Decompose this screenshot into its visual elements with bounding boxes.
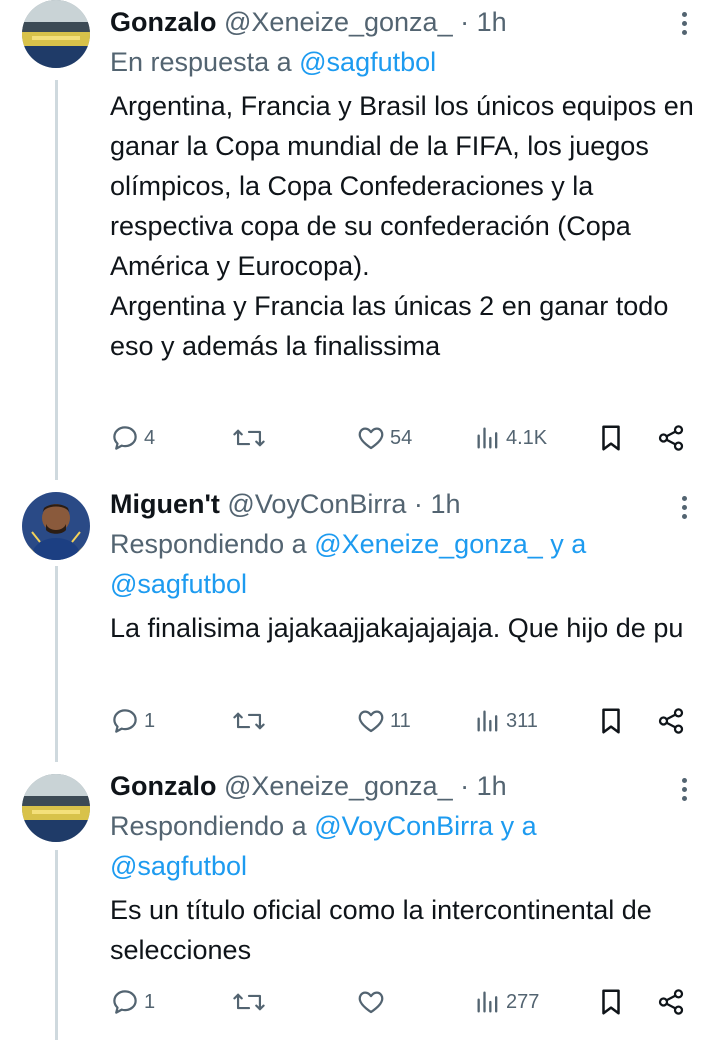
retweet-icon [233,993,265,1011]
reply-icon [113,990,137,1014]
bookmark-button[interactable] [598,703,624,739]
share-button[interactable] [656,703,686,739]
timestamp[interactable]: 1h [477,7,507,37]
heart-icon [358,427,384,450]
share-button[interactable] [656,420,686,456]
views-button[interactable]: 311 [474,703,538,739]
reply-context: Respondiendo a @Xeneize_gonza_ y a [110,524,586,564]
retweet-button[interactable] [232,984,270,1020]
reply-mention[interactable]: @sagfutbol [299,47,436,77]
tweet-text: La finalisima jajakaajjakajajajaja. Que … [110,608,700,648]
reply-button[interactable]: 4 [110,420,155,456]
bookmark-button[interactable] [598,420,624,456]
user-handle[interactable]: @Xeneize_gonza_ [224,771,453,801]
reply-context: En respuesta a @sagfutbol [110,42,436,82]
views-count: 4.1K [506,426,548,449]
reply-prefix: Respondiendo a [110,529,307,559]
reply-mention[interactable]: @Xeneize_gonza_ y a [314,529,586,559]
more-icon[interactable] [682,12,688,36]
views-count: 311 [506,709,538,732]
tweet-text: Argentina, Francia y Brasil los únicos e… [110,86,700,366]
reply-icon [113,426,137,450]
tweet-header: Miguen't @VoyConBirra · 1h [110,484,460,524]
tweet-paragraph: La finalisima jajakaajjakajajajaja. Que … [110,613,684,643]
avatar[interactable] [22,492,90,560]
tweet-header: Gonzalo @Xeneize_gonza_ · 1h [110,766,507,806]
reply-context-line2: @sagfutbol [110,846,247,886]
display-name[interactable]: Gonzalo [110,771,217,801]
tweet-paragraph: Es un título oficial como la intercontin… [110,895,652,965]
heart-icon [358,710,384,733]
like-button[interactable]: 54 [356,420,412,456]
retweet-icon [233,712,265,730]
avatar[interactable] [22,774,90,842]
retweet-button[interactable] [232,703,270,739]
share-icon [658,708,684,734]
like-count: 11 [390,709,411,732]
reply-icon [113,709,137,733]
bookmark-icon [602,708,620,734]
user-handle[interactable]: @Xeneize_gonza_ [224,7,453,37]
like-button[interactable]: 11 [356,703,411,739]
bookmark-button[interactable] [598,984,624,1020]
reply-mention[interactable]: @sagfutbol [110,569,247,599]
heart-icon [358,991,384,1014]
separator: · [460,771,470,801]
reply-context-line2: @sagfutbol [110,564,247,604]
bookmark-icon [602,425,620,451]
timestamp[interactable]: 1h [430,489,460,519]
action-bar: 1 11 311 [110,703,690,739]
views-button[interactable]: 4.1K [474,420,547,456]
reply-prefix: Respondiendo a [110,811,307,841]
views-icon [477,710,498,732]
tweet-paragraph: Argentina, Francia y Brasil los únicos e… [110,91,694,281]
thread-line [55,850,58,1040]
tweet-header: Gonzalo @Xeneize_gonza_ · 1h [110,2,507,42]
more-icon[interactable] [682,496,688,520]
reply-button[interactable]: 1 [110,703,155,739]
action-bar: 4 54 4.1K [110,420,690,456]
avatar[interactable] [22,0,90,68]
reply-count: 1 [144,709,156,732]
reply-context: Respondiendo a @VoyConBirra y a [110,806,537,846]
more-icon[interactable] [682,778,688,802]
views-count: 277 [506,990,540,1013]
views-icon [477,991,498,1013]
reply-button[interactable]: 1 [110,984,155,1020]
bookmark-icon [602,989,620,1015]
separator: · [413,489,423,519]
reply-mention[interactable]: @VoyConBirra y a [314,811,537,841]
share-button[interactable] [656,984,686,1020]
views-button[interactable]: 277 [474,984,539,1020]
thread-line [55,80,58,480]
display-name[interactable]: Gonzalo [110,7,217,37]
retweet-button[interactable] [232,420,270,456]
reply-count: 4 [144,426,156,449]
views-icon [477,427,498,449]
reply-mention[interactable]: @sagfutbol [110,851,247,881]
reply-count: 1 [144,990,156,1013]
like-count: 54 [390,426,413,449]
reply-prefix: En respuesta a [110,47,292,77]
display-name[interactable]: Miguen't [110,489,220,519]
action-bar: 1 277 [110,984,690,1020]
separator: · [460,7,470,37]
share-icon [658,989,684,1015]
user-handle[interactable]: @VoyConBirra [227,489,406,519]
timestamp[interactable]: 1h [477,771,507,801]
retweet-icon [233,429,265,447]
tweet-paragraph: Argentina y Francia las únicas 2 en gana… [110,291,669,361]
share-icon [658,425,684,451]
like-button[interactable] [356,984,390,1020]
thread-line [55,566,58,762]
tweet-text: Es un título oficial como la intercontin… [110,890,700,970]
